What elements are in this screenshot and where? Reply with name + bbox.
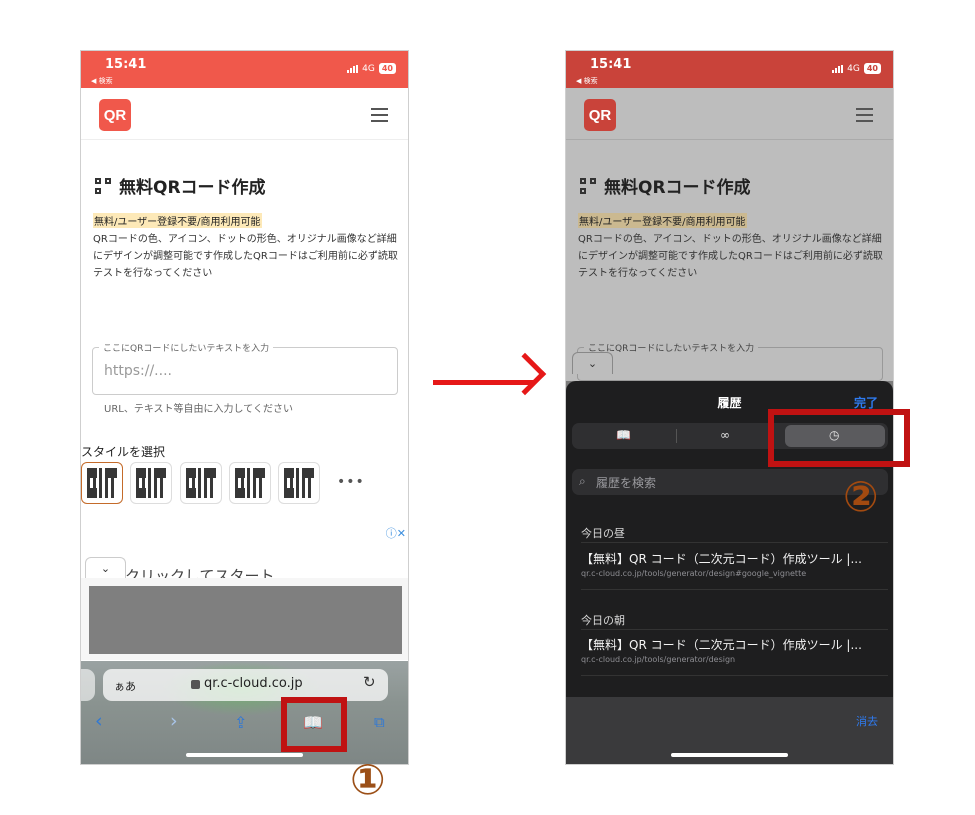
section-heading-morning: 今日の朝 — [581, 614, 625, 627]
status-bar: 15:41 ◀ 検索 4G 40 — [81, 51, 408, 88]
segment-divider — [676, 429, 677, 443]
qr-code-icon — [580, 177, 596, 194]
back-arrow-icon[interactable]: ‹ — [95, 710, 103, 732]
style-option-5[interactable] — [278, 462, 320, 504]
history-item-url: qr.c-cloud.co.jp/tools/generator/design#… — [581, 569, 807, 578]
page-title: 無料QRコード作成 — [580, 173, 751, 198]
network-type: 4G — [362, 63, 375, 74]
reading-list-tab-icon[interactable]: ∞ — [720, 428, 730, 442]
status-time: 15:41 — [105, 57, 147, 72]
battery-icon: 40 — [863, 63, 881, 74]
history-item-title[interactable]: 【無料】QR コード（二次元コード）作成ツール |... — [581, 636, 862, 653]
separator — [581, 542, 888, 543]
page-title-text: 無料QRコード作成 — [119, 178, 266, 198]
back-to-search[interactable]: ◀ 検索 — [91, 76, 113, 86]
feature-highlight: 無料/ユーザー登録不要/商用利用可能 — [93, 213, 262, 228]
more-styles-button[interactable]: ••• — [337, 474, 365, 490]
ad-banner[interactable] — [89, 586, 402, 654]
page-title-text: 無料QRコード作成 — [604, 178, 751, 198]
style-option-2[interactable] — [130, 462, 172, 504]
hamburger-menu-icon[interactable] — [856, 108, 873, 122]
status-bar: 15:41 ◀ 検索 4G 40 — [566, 51, 893, 88]
style-select-label: スタイルを選択 — [81, 445, 166, 459]
network-type: 4G — [847, 63, 860, 74]
highlight-bookmarks-button — [281, 697, 347, 752]
qr-text-input-helper: URL、テキスト等自由に入力してください — [104, 404, 293, 415]
left-phone-screen: 15:41 ◀ 検索 4G 40 QR 無料QRコード作成 無料/ユーザー登録不… — [80, 50, 409, 765]
reload-icon[interactable]: ↻ — [363, 673, 376, 691]
site-logo[interactable]: QR — [99, 99, 131, 131]
lock-icon — [191, 680, 200, 689]
forward-arrow-icon[interactable]: › — [170, 710, 178, 732]
address-url[interactable]: qr.c-cloud.co.jp — [191, 676, 303, 691]
network-status: 4G 40 — [347, 63, 396, 74]
home-indicator — [671, 753, 788, 757]
bookmarks-tab-icon[interactable]: 📖 — [616, 428, 631, 442]
separator — [581, 675, 888, 676]
share-icon[interactable]: ⇪ — [234, 713, 247, 732]
feature-highlight: 無料/ユーザー登録不要/商用利用可能 — [578, 213, 747, 228]
battery-icon: 40 — [378, 63, 396, 74]
style-option-3[interactable] — [180, 462, 222, 504]
site-header: QR — [81, 88, 408, 140]
back-to-search[interactable]: ◀ 検索 — [576, 76, 598, 86]
separator — [581, 629, 888, 630]
tabs-icon[interactable]: ⧉ — [374, 713, 385, 731]
history-item-url: qr.c-cloud.co.jp/tools/generator/design — [581, 655, 736, 664]
ad-info-icon[interactable]: ⓘ✕ — [386, 525, 406, 541]
section-heading-noon: 今日の昼 — [581, 527, 625, 540]
collapse-ad-chevron-icon[interactable]: ⌄ — [85, 557, 126, 578]
collapse-chevron-icon[interactable]: ⌄ — [572, 352, 613, 374]
clear-history-button[interactable]: 消去 — [856, 713, 878, 729]
url-text: qr.c-cloud.co.jp — [204, 676, 303, 691]
separator — [581, 589, 888, 590]
qr-text-input-label: ここにQRコードにしたいテキストを入力 — [99, 341, 274, 354]
home-indicator — [186, 753, 303, 757]
style-option-4[interactable] — [229, 462, 271, 504]
description-text: QRコードの色、アイコン、ドットの形色、オリジナル画像など詳細にデザインが調整可… — [578, 234, 883, 279]
history-search-placeholder[interactable]: 履歴を検索 — [596, 474, 656, 491]
search-icon: ⌕ — [579, 474, 586, 488]
hamburger-menu-icon[interactable] — [371, 108, 388, 122]
history-item-title[interactable]: 【無料】QR コード（二次元コード）作成ツール |... — [581, 550, 862, 567]
page-settings-button[interactable]: ぁあ — [114, 678, 136, 694]
highlight-history-tab — [768, 409, 910, 467]
step-1-marker: ① — [350, 755, 386, 804]
qr-code-icon — [95, 177, 111, 194]
page-title: 無料QRコード作成 — [95, 173, 266, 198]
site-header: QR — [566, 88, 893, 140]
right-phone-screen: 15:41 ◀ 検索 4G 40 QR 無料QRコード作成 無料/ユーザー登録不… — [565, 50, 894, 765]
network-status: 4G 40 — [832, 63, 881, 74]
site-logo[interactable]: QR — [584, 99, 616, 131]
previous-tab-edge[interactable] — [81, 669, 95, 701]
description-text: QRコードの色、アイコン、ドットの形色、オリジナル画像など詳細にデザインが調整可… — [93, 234, 398, 279]
qr-text-input-placeholder[interactable]: https://.... — [104, 363, 172, 379]
arrow-right-icon — [503, 352, 547, 396]
style-option-1[interactable] — [81, 462, 123, 504]
status-time: 15:41 — [590, 57, 632, 72]
step-2-marker: ② — [843, 472, 879, 521]
signal-icon — [832, 64, 844, 73]
signal-icon — [347, 64, 359, 73]
